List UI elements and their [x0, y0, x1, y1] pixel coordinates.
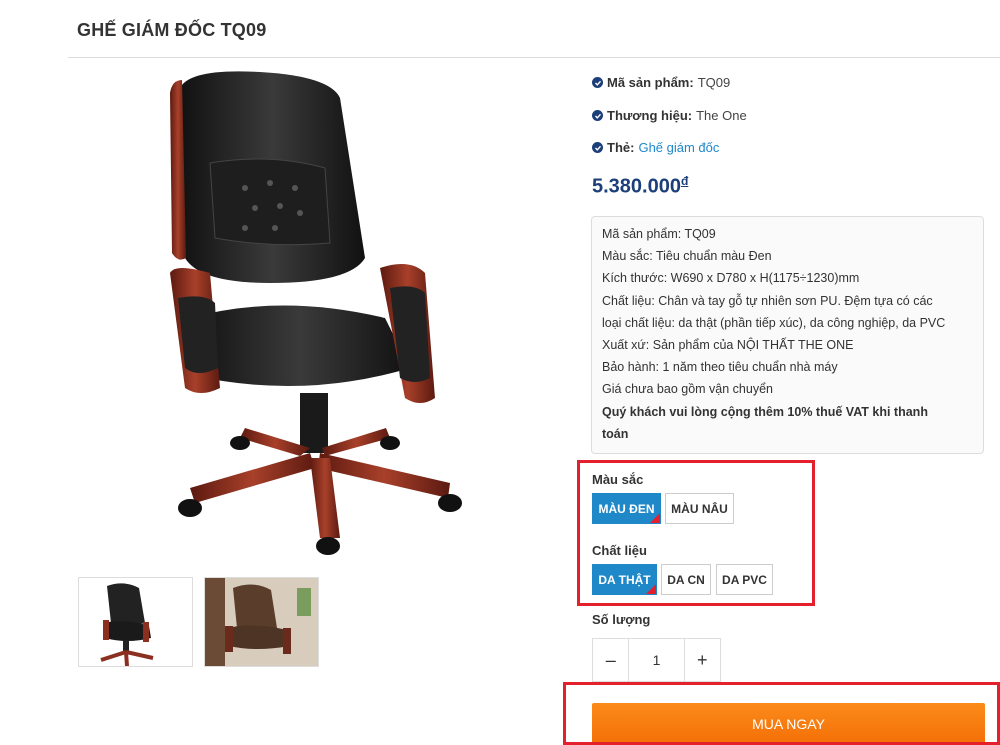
brown-chair-thumbnail-image	[205, 578, 318, 666]
desc-line: Bảo hành: 1 năm theo tiêu chuẩn nhà máy	[602, 360, 838, 375]
options-highlight-box	[577, 460, 815, 606]
buy-highlight-box	[563, 682, 1000, 745]
desc-line: Mã sản phẩm: TQ09	[602, 227, 716, 241]
check-circle-icon	[592, 142, 603, 153]
desc-line: Chất liệu: Chân và tay gỗ tự nhiên sơn P…	[602, 293, 933, 308]
meta-sku: Mã sản phẩm: TQ09	[592, 75, 730, 90]
black-chair-thumbnail-image	[100, 583, 154, 666]
quantity-label: Số lượng	[592, 612, 651, 627]
desc-line: Kích thước: W690 x D780 x H(1175÷1230)mm	[602, 271, 860, 286]
desc-line: Giá chưa bao gồm vận chuyển	[602, 382, 773, 397]
tag-link[interactable]: Ghế giám đốc	[638, 140, 719, 155]
meta-brand: Thương hiệu: The One	[592, 108, 747, 123]
product-price: 5.380.000đ	[592, 174, 689, 198]
check-circle-icon	[592, 77, 603, 88]
thumbnail-black-chair[interactable]	[78, 577, 193, 667]
desc-line: Xuất xứ: Sản phẩm của NỘI THẤT THE ONE	[602, 338, 854, 353]
decrease-button[interactable]: –	[593, 639, 628, 681]
quantity-stepper: – 1 +	[592, 638, 721, 682]
increase-button[interactable]: +	[685, 639, 720, 681]
desc-vat-note: toán	[602, 426, 629, 441]
desc-line: loại chất liệu: da thật (phần tiếp xúc),…	[602, 315, 946, 330]
main-product-image[interactable]	[150, 68, 490, 563]
check-circle-icon	[592, 110, 603, 121]
desc-line: Màu sắc: Tiêu chuẩn màu Đen	[602, 249, 772, 264]
desc-vat-note: Quý khách vui lòng cộng thêm 10% thuế VA…	[602, 404, 928, 419]
quantity-input[interactable]: 1	[628, 639, 685, 681]
currency-symbol: đ	[680, 174, 689, 188]
meta-tag: Thẻ: Ghế giám đốc	[592, 140, 719, 155]
thumbnail-brown-chair[interactable]	[204, 577, 319, 667]
product-description: Mã sản phẩm: TQ09 Màu sắc: Tiêu chuẩn mà…	[591, 216, 984, 454]
product-title: GHẾ GIÁM ĐỐC TQ09	[77, 20, 267, 40]
title-divider	[68, 57, 1000, 58]
